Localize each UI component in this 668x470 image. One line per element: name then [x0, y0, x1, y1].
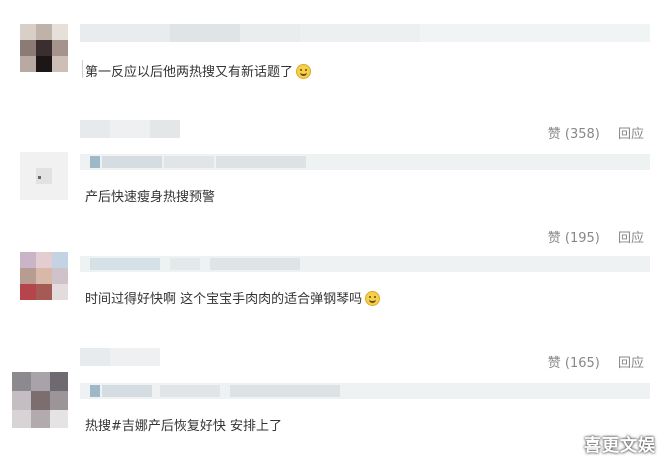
avatar[interactable] — [20, 252, 68, 300]
comment-body: 热搜#吉娜产后恢复好快 安排上了 — [85, 419, 283, 434]
comment-text: 时间过得好快啊 这个宝宝手肉肉的适合弹钢琴吗 — [85, 291, 381, 309]
reply-button[interactable]: 回应 — [618, 123, 644, 142]
comment-text: 热搜#吉娜产后恢复好快 安排上了 — [85, 418, 282, 436]
comment-actions: 赞 (165) 回应 — [548, 352, 644, 371]
quoted-reply-blurred[interactable] — [80, 383, 650, 399]
like-button[interactable]: 赞 (165) — [548, 352, 600, 371]
text-caret — [82, 60, 83, 78]
avatar[interactable] — [12, 372, 68, 428]
comment-text: 第一反应以后他两热搜又有新话题了 — [85, 64, 312, 82]
watermark: 喜更文娱 — [584, 436, 656, 456]
like-button[interactable]: 赞 (195) — [548, 227, 600, 246]
username-blurred[interactable] — [80, 348, 160, 366]
comment-actions: 赞 (358) 回应 — [548, 123, 644, 142]
laugh-emoji-icon — [365, 291, 381, 306]
like-button[interactable]: 赞 (358) — [548, 123, 600, 142]
username-blurred[interactable] — [80, 120, 180, 138]
reply-button[interactable]: 回应 — [618, 227, 644, 246]
avatar[interactable] — [20, 24, 68, 72]
avatar[interactable] — [20, 152, 68, 200]
comment-body: 产后快速瘦身热搜预警 — [85, 190, 216, 205]
comment-actions: 赞 (195) 回应 — [548, 227, 644, 246]
smile-emoji-icon — [296, 64, 312, 79]
comment-body: 时间过得好快啊 这个宝宝手肉肉的适合弹钢琴吗 — [85, 292, 363, 307]
quoted-reply-blurred[interactable] — [80, 256, 650, 272]
username-blurred[interactable] — [80, 24, 650, 42]
quoted-reply-blurred[interactable] — [80, 154, 650, 170]
comment-text: 产后快速瘦身热搜预警 — [85, 189, 215, 207]
comment-body: 第一反应以后他两热搜又有新话题了 — [85, 65, 294, 80]
reply-button[interactable]: 回应 — [618, 352, 644, 371]
